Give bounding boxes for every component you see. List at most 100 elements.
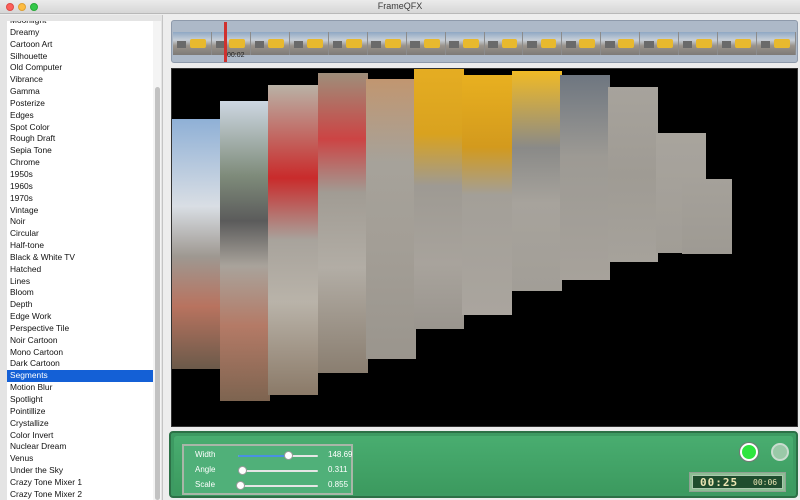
filter-item[interactable]: Edge Work (7, 311, 153, 323)
filter-item[interactable]: Chrome (7, 157, 153, 169)
playhead-time: 00:02 (227, 52, 245, 59)
thumbnail-frame[interactable] (250, 32, 290, 55)
scale-slider[interactable] (236, 481, 318, 490)
segment-tile (414, 69, 464, 329)
filter-item[interactable]: Gamma (7, 86, 153, 98)
param-row-scale: Scale 0.855 (184, 479, 355, 493)
filter-list-scrollbar[interactable] (153, 21, 161, 500)
app-window: FrameQFX MoonlightDreamyCartoon ArtSilho… (0, 0, 800, 500)
filter-item[interactable]: Silhouette (7, 51, 153, 63)
thumbnail-frame[interactable] (445, 32, 485, 55)
thumbnail-frame[interactable] (640, 32, 680, 55)
filter-item[interactable]: 1970s (7, 193, 153, 205)
width-slider[interactable] (238, 451, 318, 460)
filter-item[interactable]: Under the Sky (7, 465, 153, 477)
filter-item[interactable]: Spotlight (7, 394, 153, 406)
thumbnail-frame[interactable] (679, 32, 719, 55)
thumbnail-frame[interactable] (562, 32, 602, 55)
thumbnail-frame[interactable] (484, 32, 524, 55)
param-label: Width (195, 450, 216, 459)
filter-item[interactable]: Spot Color (7, 122, 153, 134)
param-value: 148.69 (328, 450, 353, 459)
segment-tile (366, 79, 416, 359)
time-display-main: 00:25 (700, 476, 739, 489)
filter-item[interactable]: Sepia Tone (7, 145, 153, 157)
thumbnail-strip[interactable] (173, 32, 796, 55)
segment-tile (462, 75, 512, 315)
thumbnail-frame[interactable] (289, 32, 329, 55)
filter-item[interactable]: Circular (7, 228, 153, 240)
segment-tile (172, 119, 222, 369)
time-display-small: 00:06 (753, 478, 778, 487)
filter-item[interactable]: Crystallize (7, 418, 153, 430)
filter-item[interactable]: Vintage (7, 205, 153, 217)
segment-tile (608, 87, 658, 262)
thumbnail-frame[interactable] (367, 32, 407, 55)
param-value: 0.311 (328, 465, 348, 474)
filter-item[interactable]: Vibrance (7, 74, 153, 86)
filter-item[interactable]: Pointillize (7, 406, 153, 418)
scrollbar-thumb[interactable] (154, 87, 160, 500)
param-value: 0.855 (328, 480, 349, 489)
video-preview (171, 68, 798, 427)
segment-tile (220, 101, 270, 401)
filter-item[interactable]: Mono Cartoon (7, 347, 153, 359)
filter-item[interactable]: Venus (7, 453, 153, 465)
segment-tile (268, 85, 318, 395)
filter-item[interactable]: Old Computer (7, 62, 153, 74)
filter-item[interactable]: Noir (7, 216, 153, 228)
filter-item[interactable]: Cartoon Art (7, 39, 153, 51)
filter-item[interactable]: 1960s (7, 181, 153, 193)
param-row-angle: Angle 0.311 (184, 464, 355, 478)
filter-item[interactable]: Edges (7, 110, 153, 122)
parameter-box: Width 148.69 Angle 0.311 Scale 0.855 (182, 444, 353, 495)
title-bar: FrameQFX (0, 0, 800, 14)
param-label: Scale (195, 480, 216, 489)
record-button[interactable] (740, 443, 758, 461)
filter-item[interactable]: Noir Cartoon (7, 335, 153, 347)
filter-item[interactable]: Bloom (7, 287, 153, 299)
thumbnail-frame[interactable] (328, 32, 368, 55)
slider-knob[interactable] (284, 451, 293, 460)
filter-item[interactable]: Posterize (7, 98, 153, 110)
thumbnail-frame[interactable] (523, 32, 563, 55)
segment-tile (682, 179, 732, 254)
filter-item[interactable]: Color Invert (7, 430, 153, 442)
slider-knob[interactable] (236, 481, 245, 490)
time-display-screen: 00:25 00:06 (692, 475, 783, 489)
thumbnail-frame[interactable] (718, 32, 758, 55)
filter-item[interactable]: Half-tone (7, 240, 153, 252)
secondary-round-button[interactable] (771, 443, 789, 461)
param-row-width: Width 148.69 (184, 449, 355, 463)
filter-item[interactable]: Segments (7, 370, 153, 383)
angle-slider[interactable] (238, 466, 318, 475)
filter-list[interactable]: MoonlightDreamyCartoon ArtSilhouetteOld … (7, 21, 153, 500)
param-label: Angle (195, 465, 216, 474)
segment-tile (318, 73, 368, 373)
filter-item[interactable]: Dark Cartoon (7, 358, 153, 370)
filter-item[interactable]: Depth (7, 299, 153, 311)
segment-tile (560, 75, 610, 280)
filter-sidebar: MoonlightDreamyCartoon ArtSilhouetteOld … (0, 15, 163, 500)
filter-item[interactable]: 1950s (7, 169, 153, 181)
filter-item[interactable]: Nuclear Dream (7, 441, 153, 453)
thumbnail-frame[interactable] (406, 32, 446, 55)
filter-item[interactable]: Hatched (7, 264, 153, 276)
thumbnail-frame[interactable] (173, 32, 212, 55)
filter-item[interactable]: Black & White TV (7, 252, 153, 264)
timeline-scrubber[interactable]: 00:02 (171, 20, 798, 63)
filter-item[interactable]: Dreamy (7, 27, 153, 39)
segment-tile (512, 71, 562, 291)
filter-item[interactable]: Crazy Tone Mixer 2 (7, 489, 153, 500)
thumbnail-frame[interactable] (601, 32, 641, 55)
filter-item[interactable]: Rough Draft (7, 133, 153, 145)
window-title: FrameQFX (377, 1, 423, 11)
filter-item[interactable]: Perspective Tile (7, 323, 153, 335)
time-display: 00:25 00:06 (689, 472, 786, 492)
slider-knob[interactable] (238, 466, 247, 475)
slider-fill (238, 455, 287, 457)
filter-item[interactable]: Motion Blur (7, 382, 153, 394)
filter-item[interactable]: Crazy Tone Mixer 1 (7, 477, 153, 489)
filter-item[interactable]: Lines (7, 276, 153, 288)
thumbnail-frame[interactable] (757, 32, 796, 55)
